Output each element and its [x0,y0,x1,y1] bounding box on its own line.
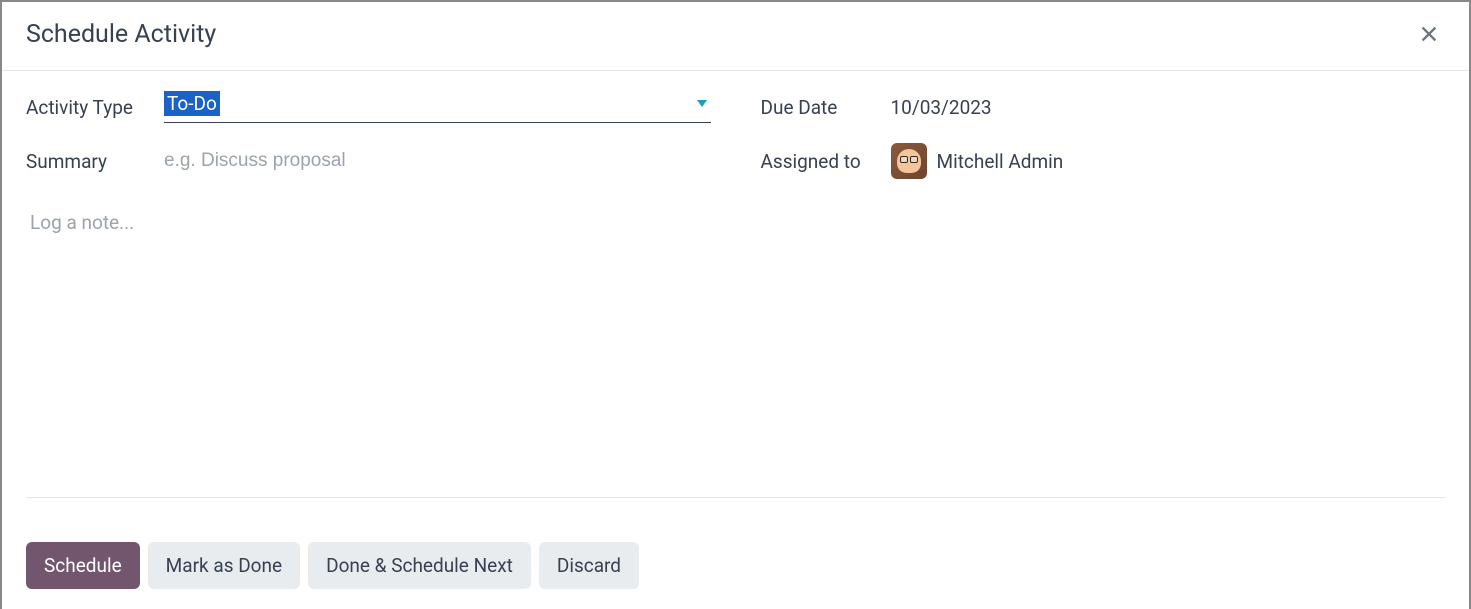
due-date-label: Due Date [761,96,891,119]
discard-button[interactable]: Discard [539,542,639,589]
mark-done-button[interactable]: Mark as Done [148,542,300,589]
form-grid: Activity Type To-Do Due Date 10/03/2023 … [26,91,1445,179]
modal-body: Activity Type To-Do Due Date 10/03/2023 … [2,71,1469,258]
assigned-to-field[interactable]: Mitchell Admin [891,143,1446,179]
avatar [891,143,927,179]
note-placeholder: Log a note... [30,211,134,234]
activity-type-row: Activity Type To-Do [26,91,711,123]
activity-type-select[interactable]: To-Do [164,91,711,123]
summary-field [164,148,711,174]
activity-type-label: Activity Type [26,96,164,119]
dropdown-caret-icon [697,97,707,111]
note-area[interactable]: Log a note... [26,207,1445,238]
activity-type-value: To-Do [164,91,220,116]
modal-footer: Schedule Mark as Done Done & Schedule Ne… [26,542,639,589]
assigned-to-name: Mitchell Admin [937,150,1064,173]
done-schedule-next-button[interactable]: Done & Schedule Next [308,542,531,589]
summary-label: Summary [26,150,164,173]
divider [26,497,1445,498]
due-date-field[interactable]: 10/03/2023 [891,96,1446,119]
modal-header: Schedule Activity [2,2,1469,71]
summary-input[interactable] [164,148,711,174]
due-date-value: 10/03/2023 [891,96,992,119]
close-icon [1418,23,1440,45]
assigned-to-label: Assigned to [761,150,891,173]
assigned-to-row: Assigned to Mitchell Admin [761,143,1446,179]
modal-title: Schedule Activity [26,20,216,49]
schedule-button[interactable]: Schedule [26,542,140,589]
activity-type-field: To-Do [164,91,711,123]
due-date-row: Due Date 10/03/2023 [761,91,1446,123]
summary-row: Summary [26,143,711,179]
close-button[interactable] [1413,18,1445,50]
